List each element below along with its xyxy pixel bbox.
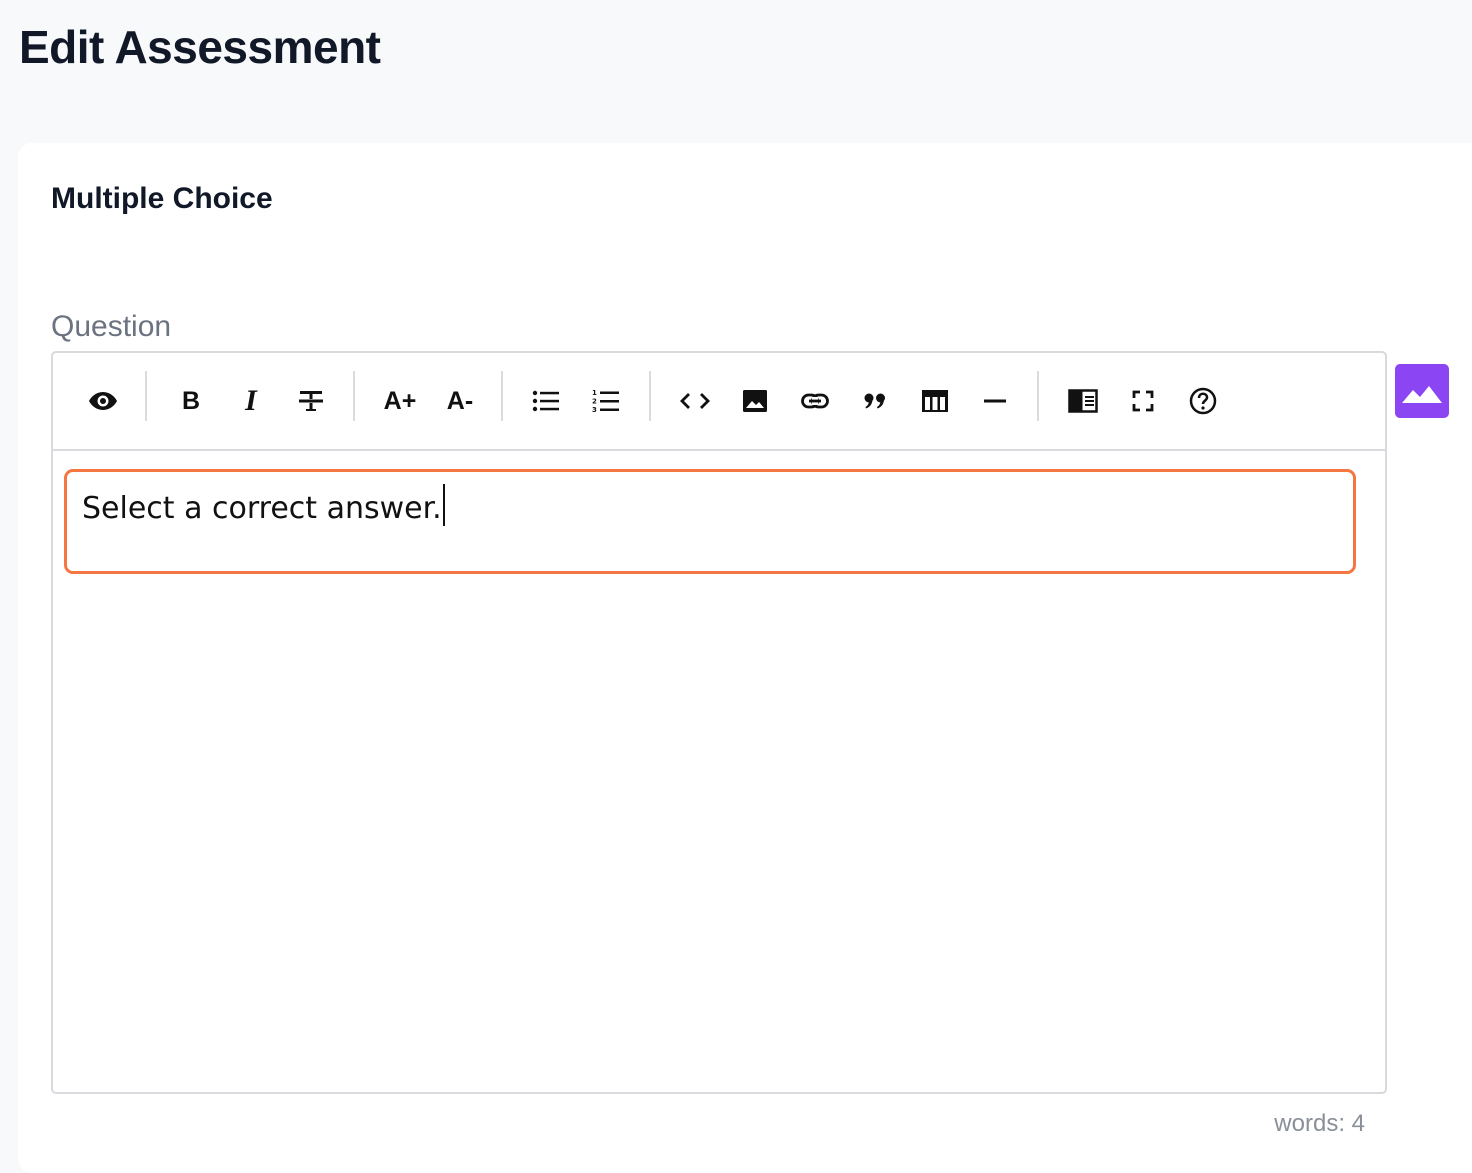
strikethrough-button[interactable] [288,376,334,426]
link-button[interactable] [792,376,838,426]
unordered-list-icon [532,390,559,412]
image-icon [743,390,767,412]
toolbar-separator [145,371,147,421]
svg-text:2: 2 [592,398,597,406]
image-icon [1402,386,1442,403]
question-text-area[interactable]: Select a correct answer. [64,469,1356,574]
bold-icon: B [181,386,201,415]
toolbar-separator [1037,371,1039,421]
section-title: Multiple Choice [51,182,273,215]
code-button[interactable] [672,376,718,426]
side-by-side-button[interactable] [1060,376,1106,426]
preview-icon [89,392,117,410]
side-by-side-icon [1068,389,1098,413]
font-increase-button[interactable]: A+ [377,376,423,426]
table-button[interactable] [912,376,958,426]
text-caret [442,484,445,526]
svg-text:3: 3 [592,406,597,414]
editor-toolbar: B I A+ A- 1 2 3 [53,353,1385,451]
help-icon [1189,387,1217,415]
horizontal-rule-icon [984,399,1006,403]
word-count: words: 4 [1274,1110,1365,1137]
svg-text:1: 1 [592,389,597,397]
font-size-increase-icon: A+ [383,386,417,415]
page-title: Edit Assessment [19,21,381,73]
ordered-list-icon: 1 2 3 [592,389,619,414]
question-content: Select a correct answer. [82,484,445,527]
unordered-list-button[interactable] [523,376,569,426]
italic-button[interactable]: I [228,376,274,426]
preview-button[interactable] [80,376,126,426]
insert-image-button[interactable] [732,376,778,426]
fullscreen-icon [1132,390,1154,412]
toolbar-separator [501,371,503,421]
help-button[interactable] [1180,376,1226,426]
markdown-editor: B I A+ A- 1 2 3 Select a correct answer. [51,351,1387,1094]
font-decrease-button[interactable]: A- [437,376,483,426]
fullscreen-button[interactable] [1120,376,1166,426]
strikethrough-icon [299,391,323,411]
question-label: Question [51,310,172,343]
quote-button[interactable] [852,376,898,426]
italic-icon: I [245,384,257,417]
image-upload-button[interactable] [1395,364,1449,418]
link-icon [801,393,829,409]
table-icon [922,390,948,412]
quote-icon [864,393,885,409]
toolbar-separator [649,371,651,421]
font-size-decrease-icon: A- [446,386,474,415]
bold-button[interactable]: B [168,376,214,426]
ordered-list-button[interactable]: 1 2 3 [583,376,629,426]
assessment-card: Multiple Choice Question B I A+ A- 1 2 3… [18,143,1472,1173]
horizontal-rule-button[interactable] [972,376,1018,426]
code-icon [680,393,710,409]
toolbar-separator [353,371,355,421]
